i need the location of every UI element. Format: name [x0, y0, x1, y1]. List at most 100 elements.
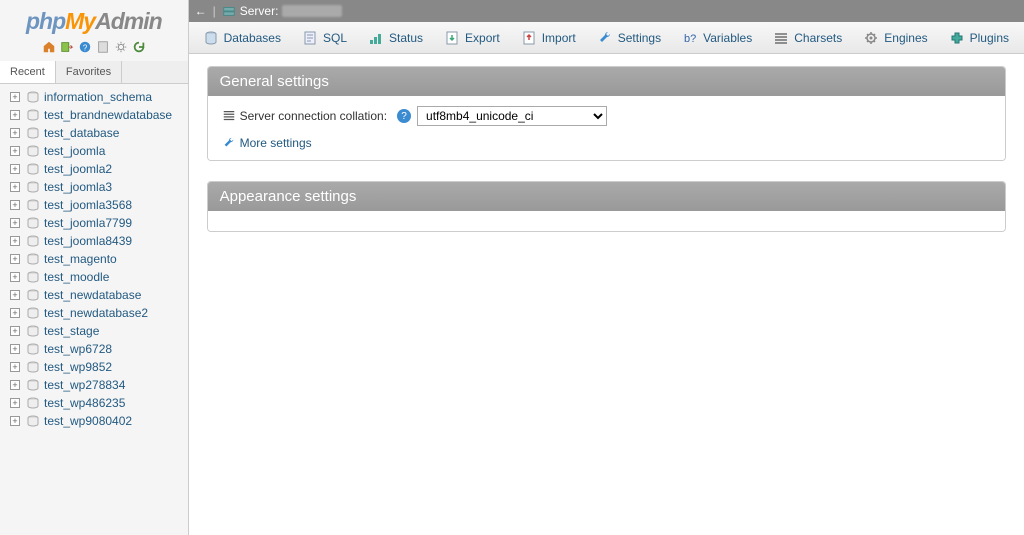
sidebar-tabs: Recent Favorites: [0, 61, 188, 84]
database-item[interactable]: + test_joomla7799: [10, 214, 188, 232]
tree-expand-icon[interactable]: +: [10, 272, 20, 282]
database-item[interactable]: + test_newdatabase: [10, 286, 188, 304]
tree-expand-icon[interactable]: +: [10, 218, 20, 228]
database-name: test_joomla: [44, 144, 105, 158]
tree-expand-icon[interactable]: +: [10, 254, 20, 264]
sidebar: phpMyAdmin ? Recent Favorites +informati…: [0, 0, 189, 535]
tree-expand-icon[interactable]: +: [10, 398, 20, 408]
docs-icon[interactable]: ?: [77, 39, 93, 55]
database-item[interactable]: + test_database: [10, 124, 188, 142]
sidebar-tab-recent[interactable]: Recent: [0, 61, 56, 83]
tab-engines[interactable]: Engines: [853, 22, 938, 53]
tree-expand-icon[interactable]: +: [10, 146, 20, 156]
database-name: test_newdatabase2: [44, 306, 148, 320]
database-item[interactable]: + test_joomla2: [10, 160, 188, 178]
database-icon: [26, 91, 40, 103]
database-name: test_magento: [44, 252, 117, 266]
tree-expand-icon[interactable]: +: [10, 416, 20, 426]
sql-icon[interactable]: [95, 39, 111, 55]
database-icon: [26, 217, 40, 229]
database-item[interactable]: + test_joomla: [10, 142, 188, 160]
database-name: test_joomla2: [44, 162, 112, 176]
database-name: test_wp9852: [44, 360, 112, 374]
tab-sql[interactable]: SQL: [292, 22, 358, 53]
database-item[interactable]: + test_wp278834: [10, 376, 188, 394]
tab-label: Settings: [618, 31, 661, 45]
database-item[interactable]: +test_joomla3568: [10, 196, 188, 214]
logout-icon[interactable]: [59, 39, 75, 55]
database-icon: [26, 145, 40, 157]
tree-expand-icon[interactable]: +: [10, 92, 20, 102]
reload-icon[interactable]: [131, 39, 147, 55]
breadcrumb-server-name-redacted: [282, 5, 342, 17]
database-icon: [26, 253, 40, 265]
database-item[interactable]: +test_wp6728: [10, 340, 188, 358]
tree-expand-icon[interactable]: +: [10, 344, 20, 354]
tab-import[interactable]: Import: [511, 22, 587, 53]
tree-expand-icon[interactable]: +: [10, 164, 20, 174]
database-item[interactable]: + test_wp9852: [10, 358, 188, 376]
database-item[interactable]: + test_magento: [10, 250, 188, 268]
tab-label: Databases: [224, 31, 281, 45]
database-icon: [26, 199, 40, 211]
database-tree: +information_schema+test_brandnewdatabas…: [0, 84, 188, 535]
tree-expand-icon[interactable]: +: [10, 236, 20, 246]
database-icon: [26, 181, 40, 193]
tab-status[interactable]: Status: [358, 22, 434, 53]
list-icon: [222, 109, 236, 123]
tree-expand-icon[interactable]: +: [10, 200, 20, 210]
tree-expand-icon[interactable]: +: [10, 380, 20, 390]
settings-icon[interactable]: [113, 39, 129, 55]
logo: phpMyAdmin: [0, 0, 188, 37]
help-icon[interactable]: ?: [397, 109, 411, 123]
database-item[interactable]: + test_newdatabase2: [10, 304, 188, 322]
home-icon[interactable]: [41, 39, 57, 55]
database-name: test_joomla8439: [44, 234, 132, 248]
main-tabs: Databases SQLStatus Export Import Settings b?…: [189, 22, 1024, 54]
database-item[interactable]: +test_stage: [10, 322, 188, 340]
database-item[interactable]: +test_brandnewdatabase: [10, 106, 188, 124]
tab-databases[interactable]: Databases: [193, 22, 292, 53]
database-item[interactable]: +test_joomla3: [10, 178, 188, 196]
tree-expand-icon[interactable]: +: [10, 290, 20, 300]
database-icon: [26, 163, 40, 175]
main: ← | Server: DatabasesSQLStatusExportImpo…: [189, 0, 1024, 535]
tab-label: Engines: [884, 31, 927, 45]
database-name: test_joomla7799: [44, 216, 132, 230]
tab-plugins[interactable]: Plugins: [939, 22, 1020, 53]
database-name: test_newdatabase: [44, 288, 141, 302]
database-icon: [26, 307, 40, 319]
database-icon: [26, 325, 40, 337]
breadcrumb-server-label: Server:: [240, 4, 279, 18]
breadcrumb-server[interactable]: Server:: [222, 4, 343, 18]
plugins-icon: [949, 30, 965, 46]
collation-field: Server connection collation: ? utf8mb4_u…: [222, 106, 991, 126]
collapse-sidebar-icon[interactable]: ←: [195, 5, 207, 17]
more-settings-link[interactable]: More settings: [222, 136, 991, 150]
database-item[interactable]: + test_joomla8439: [10, 232, 188, 250]
tab-label: Export: [465, 31, 500, 45]
tree-expand-icon[interactable]: +: [10, 326, 20, 336]
tree-expand-icon[interactable]: +: [10, 128, 20, 138]
tree-expand-icon[interactable]: +: [10, 308, 20, 318]
collation-select[interactable]: utf8mb4_unicode_ci: [417, 106, 607, 126]
database-name: test_database: [44, 126, 119, 140]
tab-settings[interactable]: Settings: [587, 22, 672, 53]
tree-expand-icon[interactable]: +: [10, 182, 20, 192]
database-name: test_wp278834: [44, 378, 125, 392]
tab-charsets[interactable]: Charsets: [763, 22, 853, 53]
database-item[interactable]: +information_schema: [10, 88, 188, 106]
database-icon: [26, 127, 40, 139]
tree-expand-icon[interactable]: +: [10, 362, 20, 372]
database-item[interactable]: +test_wp486235: [10, 394, 188, 412]
logo-part1: php: [26, 8, 65, 34]
collation-label-wrap: Server connection collation:: [222, 109, 387, 123]
tab-variables[interactable]: b?Variables: [672, 22, 763, 53]
database-icon: [26, 379, 40, 391]
database-item[interactable]: +test_wp9080402: [10, 412, 188, 430]
tree-expand-icon[interactable]: +: [10, 110, 20, 120]
tab-export[interactable]: Export: [434, 22, 511, 53]
status-icon: [368, 30, 384, 46]
sidebar-tab-favorites[interactable]: Favorites: [56, 61, 122, 83]
database-item[interactable]: +test_moodle: [10, 268, 188, 286]
